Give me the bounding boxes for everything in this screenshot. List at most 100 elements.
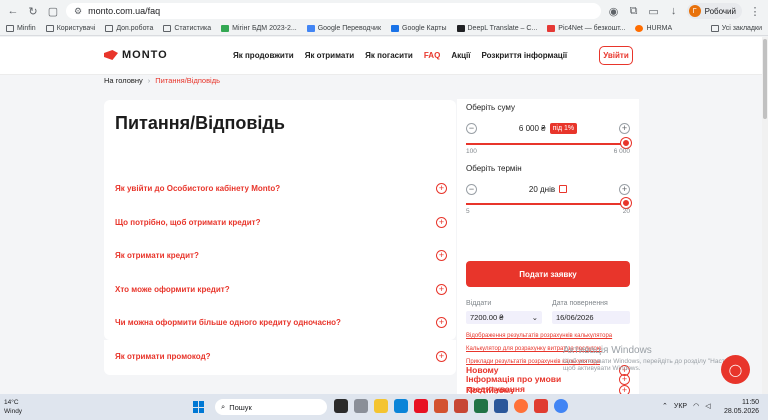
term-minus-button[interactable]: − — [466, 183, 477, 195]
term-slider-handle[interactable] — [621, 198, 631, 208]
faq-item[interactable]: Хто може оформити кредит? + — [115, 281, 447, 297]
volume-icon[interactable]: ◁ — [705, 402, 710, 410]
url-text: monto.com.ua/faq — [88, 6, 161, 16]
reload-icon[interactable]: ↻ — [26, 4, 40, 18]
screenshot-icon[interactable]: ◉ — [607, 4, 621, 18]
faq-item[interactable]: Як отримати промокод? + — [115, 348, 447, 364]
task-view-icon[interactable] — [334, 399, 348, 413]
expand-plus-icon[interactable]: + — [619, 385, 630, 394]
accordion-regular-client[interactable]: Постійному + — [466, 385, 630, 394]
chrome-icon[interactable] — [554, 399, 568, 413]
profile-button[interactable]: Г Робочий — [686, 3, 742, 19]
acrobat-icon[interactable] — [454, 399, 468, 413]
amount-plus-button[interactable]: + — [618, 122, 630, 134]
term-value[interactable]: 20 днів — [529, 185, 555, 194]
page-title: Питання/Відповідь — [115, 113, 285, 133]
wifi-icon[interactable]: ◠ — [693, 402, 699, 410]
bookmark-google-maps[interactable]: Google Карты — [391, 25, 447, 32]
faq-item[interactable]: Як увійти до Особистого кабінету Monto? … — [115, 180, 447, 196]
hurma-icon — [635, 25, 644, 32]
folder-icon — [710, 25, 719, 32]
faq-question: Як отримати промокод? — [115, 351, 211, 361]
sidebar-icon[interactable]: ▭ — [647, 4, 661, 18]
breadcrumb: На головну › Питання/Відповідь — [104, 76, 220, 85]
expand-plus-icon[interactable]: + — [436, 283, 447, 295]
expand-plus-icon[interactable]: + — [436, 316, 447, 328]
word-icon[interactable] — [494, 399, 508, 413]
expand-plus-icon[interactable]: + — [436, 216, 447, 228]
bookmark-hurma[interactable]: HURMA — [635, 25, 672, 32]
taskbar-clock[interactable]: 11:50 28.05.2026 — [724, 398, 759, 416]
calc-results-link[interactable]: Відображення результатів розрахунків кал… — [466, 333, 612, 339]
breadcrumb-separator: › — [147, 76, 151, 85]
file-explorer-icon[interactable] — [374, 399, 388, 413]
page-scrollbar[interactable] — [762, 37, 768, 394]
submit-application-button[interactable]: Подати заявку — [466, 261, 630, 287]
download-icon[interactable]: ↓ — [667, 4, 681, 18]
return-date-value: 16/06/2026 — [556, 313, 594, 322]
menu-icon[interactable]: ⋮ — [748, 4, 762, 18]
tab-search-icon[interactable]: ▢ — [46, 4, 60, 18]
taskbar-search[interactable]: ⌕ Пошук — [215, 399, 327, 415]
nav-how-to-extend[interactable]: Як продовжити — [233, 51, 294, 60]
folder-icon — [105, 25, 114, 32]
store-icon[interactable] — [394, 399, 408, 413]
expand-plus-icon[interactable]: + — [436, 350, 447, 362]
bookmark-users[interactable]: Користувачі — [45, 25, 95, 32]
camera-app-icon[interactable] — [354, 399, 368, 413]
amount-value[interactable]: 6 000 ₴ — [519, 124, 546, 133]
weather-temp: 14°C — [4, 399, 19, 406]
bookmark-extra-work[interactable]: Доп.робота — [105, 25, 153, 32]
bookmark-pic4net[interactable]: Pic4Net — безкошт... — [547, 25, 625, 32]
give-amount-select[interactable]: 7200.00 ₴ ⌄ — [466, 311, 542, 324]
bookmark-migration[interactable]: Мігінг БДМ 2023-2... — [221, 25, 297, 32]
faq-card-continued: Як отримати промокод? + — [104, 340, 456, 375]
faq-item[interactable]: Що потрібно, щоб отримати кредит? + — [115, 214, 447, 230]
excel-icon[interactable] — [474, 399, 488, 413]
nav-how-to-get[interactable]: Як отримати — [305, 51, 354, 60]
chat-icon: ◯ — [728, 362, 743, 377]
pdf-reader-icon[interactable] — [534, 399, 548, 413]
monto-logo[interactable]: MONTO — [104, 49, 168, 61]
nav-promotions[interactable]: Акції — [451, 51, 470, 60]
calendar-icon — [559, 185, 568, 193]
faq-item[interactable]: Як отримати кредит? + — [115, 247, 447, 263]
main-nav: Як продовжити Як отримати Як погасити FA… — [233, 51, 567, 60]
chevron-up-icon[interactable]: ⌃ — [662, 402, 668, 410]
taskbar-apps — [334, 399, 568, 413]
nav-faq[interactable]: FAQ — [424, 51, 440, 60]
login-button[interactable]: Увійти — [599, 46, 633, 65]
weather-widget[interactable]: 14°C Windy — [4, 398, 22, 416]
scrollbar-thumb[interactable] — [763, 39, 767, 119]
opera-icon[interactable] — [414, 399, 428, 413]
faq-item[interactable]: Чи можна оформити більше одного кредиту … — [115, 314, 447, 330]
amount-slider-handle[interactable] — [621, 138, 631, 148]
chat-bubble-button[interactable]: ◯ — [721, 355, 750, 384]
term-plus-button[interactable]: + — [618, 183, 630, 195]
term-slider[interactable] — [466, 203, 630, 205]
all-bookmarks[interactable]: Усі закладки — [710, 25, 762, 32]
expand-plus-icon[interactable]: + — [436, 182, 447, 194]
language-indicator[interactable]: УКР — [674, 403, 687, 410]
address-bar[interactable]: ⚙ monto.com.ua/faq — [66, 3, 601, 19]
extensions-icon[interactable]: ⧉ — [627, 4, 641, 18]
bookmark-statistics[interactable]: Статистика — [163, 25, 211, 32]
windows-start-icon[interactable] — [193, 401, 205, 413]
nav-how-to-repay[interactable]: Як погасити — [365, 51, 413, 60]
amount-stepper: − 6 000 ₴ під 1% + — [466, 118, 630, 138]
site-header: MONTO Як продовжити Як отримати Як погас… — [0, 37, 768, 75]
nav-disclosure[interactable]: Розкриття інформації — [481, 51, 567, 60]
amount-slider[interactable] — [466, 143, 630, 145]
site-info-icon[interactable]: ⚙ — [74, 6, 82, 17]
web-page: MONTO Як продовжити Як отримати Як погас… — [0, 37, 768, 394]
powerpoint-icon[interactable] — [434, 399, 448, 413]
faq-question: Хто може оформити кредит? — [115, 284, 230, 294]
expand-plus-icon[interactable]: + — [436, 249, 447, 261]
amount-minus-button[interactable]: − — [466, 122, 477, 134]
bookmark-minfin[interactable]: Minfin — [6, 25, 36, 32]
back-icon[interactable]: ← — [6, 4, 20, 18]
breadcrumb-home[interactable]: На головну — [104, 76, 143, 85]
bookmark-google-translate[interactable]: Google Переводчик — [306, 25, 381, 32]
firefox-icon[interactable] — [514, 399, 528, 413]
bookmark-deepl[interactable]: DeepL Translate – С... — [456, 25, 537, 32]
